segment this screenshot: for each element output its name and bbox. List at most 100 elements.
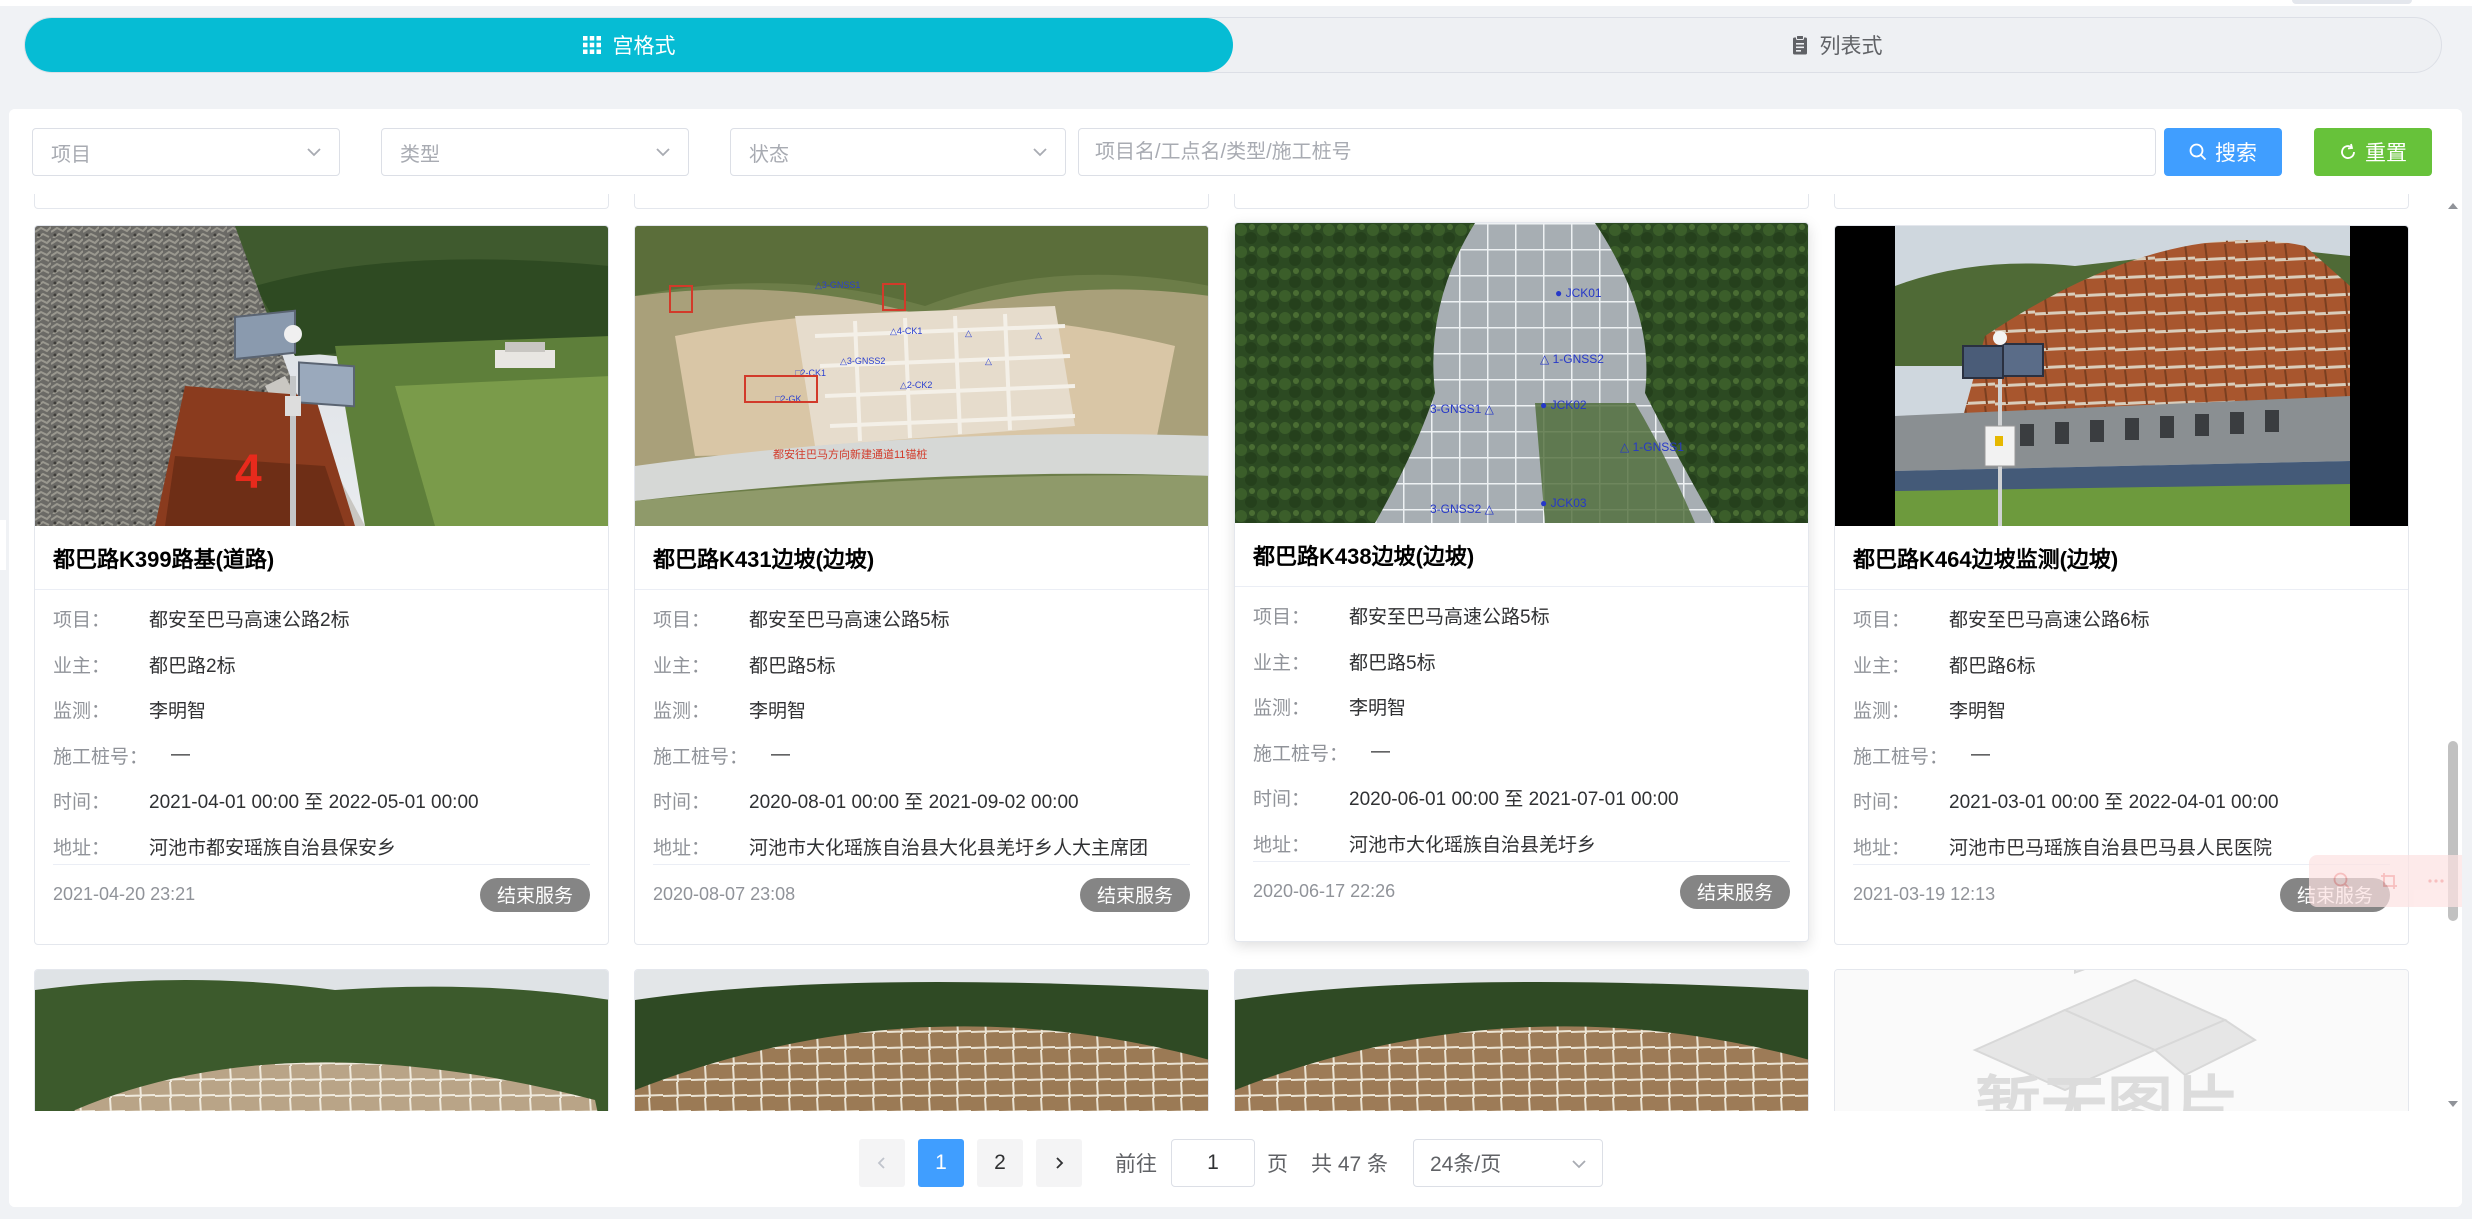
keyword-search-input[interactable]: [1078, 128, 2156, 176]
stake-label: 施工桩号：: [53, 746, 149, 768]
project-select[interactable]: 项目: [32, 128, 340, 176]
card-footer: 2020-06-17 22:26 结束服务: [1253, 861, 1790, 921]
site-card[interactable]: ● JCK01 △ 1-GNSS2 ● JCK02 3-GNSS1 △ △ 1-…: [1234, 222, 1809, 942]
type-select[interactable]: 类型: [381, 128, 689, 176]
reset-button[interactable]: 重置: [2314, 128, 2432, 176]
site-card[interactable]: [34, 969, 609, 1111]
site-info: 项目： 都安至巴马高速公路5标 业主： 都巴路5标 监测： 李明智 施工桩号： — 时间…: [1235, 587, 1808, 866]
search-button[interactable]: 搜索: [2164, 128, 2282, 176]
owner-label: 业主：: [1253, 652, 1311, 674]
site-info: 项目： 都安至巴马高速公路2标 业主： 都巴路2标 监测： 李明智 施工桩号： — 时间…: [35, 590, 608, 869]
left-edge-handle: [0, 520, 6, 570]
time-value: 2020-06-01 00:00 至 2021-07-01 00:00: [1349, 789, 1679, 811]
project-label: 项目：: [653, 610, 711, 632]
stake-row: 施工桩号： —: [1853, 733, 2390, 779]
status-badge[interactable]: 结束服务: [1679, 874, 1790, 909]
status-badge[interactable]: 结束服务: [479, 877, 590, 912]
site-card[interactable]: 4 都巴路K399路基(道路) 项目： 都安至巴马高速公路2标 业主： 都巴路2标 …: [34, 225, 609, 945]
card-footer: 2021-04-20 23:21 结束服务: [53, 864, 590, 924]
address-label: 地址：: [1253, 834, 1311, 856]
goto-suffix: 页: [1267, 1153, 1288, 1176]
address-label: 地址：: [53, 837, 111, 859]
created-date: 2021-04-20 23:21: [53, 884, 196, 904]
page-2-button[interactable]: 2: [977, 1139, 1023, 1187]
grid-view-button[interactable]: 宫格式: [25, 18, 1233, 72]
grid-view-label: 宫格式: [612, 35, 676, 58]
chevron-down-icon: [1033, 148, 1047, 157]
owner-label: 业主：: [53, 655, 111, 677]
time-row: 时间： 2020-08-01 00:00 至 2021-09-02 00:00: [653, 778, 1190, 824]
time-row: 时间： 2020-06-01 00:00 至 2021-07-01 00:00: [1253, 775, 1790, 821]
monitor-row: 监测： 李明智: [653, 687, 1190, 733]
time-value: 2021-04-01 00:00 至 2022-05-01 00:00: [149, 792, 479, 814]
site-card[interactable]: 都巴路K464边坡监测(边坡) 项目： 都安至巴马高速公路6标 业主： 都巴路6标 …: [1834, 225, 2409, 945]
next-page-button[interactable]: [1036, 1139, 1082, 1187]
svg-text:△: △: [1035, 330, 1042, 340]
site-card[interactable]: 暂无图片: [1834, 969, 2409, 1111]
created-date: 2020-06-17 22:26: [1253, 881, 1396, 901]
scroll-up-icon[interactable]: [2447, 199, 2459, 213]
site-title: 都巴路K464边坡监测(边坡): [1835, 526, 2408, 590]
owner-value: 都巴路5标: [749, 655, 836, 677]
stake-value: —: [171, 744, 190, 766]
page-size-select[interactable]: 24条/页: [1413, 1139, 1603, 1187]
list-view-label: 列表式: [1819, 35, 1883, 58]
site-card[interactable]: [634, 969, 1209, 1111]
list-view-button[interactable]: 列表式: [1233, 18, 2441, 72]
svg-text:△ 1-GNSS2: △ 1-GNSS2: [1540, 352, 1604, 366]
project-value: 都安至巴马高速公路5标: [1349, 607, 1550, 629]
project-value: 都安至巴马高速公路2标: [149, 610, 350, 632]
monitor-value: 李明智: [149, 701, 207, 723]
prev-page-button[interactable]: [859, 1139, 905, 1187]
owner-label: 业主：: [653, 655, 711, 677]
site-title: 都巴路K399路基(道路): [35, 526, 608, 590]
card-scrollbar[interactable]: [2447, 199, 2459, 1111]
filter-bar: 项目 类型 状态 搜索 重置: [9, 109, 2462, 194]
site-photo: △3-GNSS1 △4-CK1 △ △3-GNSS2 △2-CK2 □2-GK □2-CK…: [635, 226, 1208, 526]
project-row: 项目： 都安至巴马高速公路6标: [1853, 596, 2390, 642]
site-card[interactable]: △3-GNSS1 △4-CK1 △ △3-GNSS2 △2-CK2 □2-GK □2-CK…: [634, 225, 1209, 945]
scroll-down-icon[interactable]: [2447, 1097, 2459, 1111]
site-card[interactable]: [1234, 969, 1809, 1111]
page-1-button[interactable]: 1: [918, 1139, 964, 1187]
svg-text:● JCK01: ● JCK01: [1555, 286, 1602, 300]
site-photo: [1235, 970, 1808, 1111]
stake-value: —: [771, 744, 790, 766]
crop-icon[interactable]: [2379, 871, 2399, 891]
monitor-label: 监测：: [1853, 701, 1911, 723]
top-strip: [0, 0, 2472, 6]
project-row: 项目： 都安至巴马高速公路5标: [653, 596, 1190, 642]
goto-page-input[interactable]: [1171, 1139, 1255, 1187]
previous-row-card: [634, 194, 1209, 209]
search-icon[interactable]: [2332, 871, 2352, 891]
svg-text:3-GNSS1 △: 3-GNSS1 △: [1430, 402, 1495, 416]
chevron-down-icon: [656, 148, 670, 157]
status-badge[interactable]: 结束服务: [1079, 877, 1190, 912]
monitor-label: 监测：: [1253, 698, 1311, 720]
more-icon[interactable]: [2426, 871, 2446, 891]
project-value: 都安至巴马高速公路6标: [1949, 610, 2150, 632]
monitor-value: 李明智: [749, 701, 807, 723]
previous-row-card: [1234, 194, 1809, 209]
time-label: 时间：: [53, 792, 111, 814]
svg-text:△: △: [985, 356, 992, 366]
site-photo: [635, 970, 1208, 1111]
address-row: 地址： 河池市大化瑶族自治县羌圩乡: [1253, 821, 1790, 867]
owner-row: 业主： 都巴路2标: [53, 642, 590, 688]
address-label: 地址：: [1853, 837, 1911, 859]
grid-icon: [582, 36, 601, 54]
stake-value: —: [1371, 741, 1390, 763]
site-info: 项目： 都安至巴马高速公路6标 业主： 都巴路6标 监测： 李明智 施工桩号： — 时间…: [1835, 590, 2408, 869]
status-select[interactable]: 状态: [730, 128, 1066, 176]
page-size-value: 24条/页: [1430, 1153, 1502, 1176]
stake-row: 施工桩号： —: [653, 733, 1190, 779]
floating-toolbar[interactable]: [2309, 855, 2462, 907]
svg-text:△4-CK1: △4-CK1: [890, 326, 922, 336]
time-row: 时间： 2021-03-01 00:00 至 2022-04-01 00:00: [1853, 778, 2390, 824]
monitor-value: 李明智: [1349, 698, 1407, 720]
site-info: 项目： 都安至巴马高速公路5标 业主： 都巴路5标 监测： 李明智 施工桩号： — 时间…: [635, 590, 1208, 869]
owner-row: 业主： 都巴路5标: [1253, 639, 1790, 685]
svg-text:△3-GNSS2: △3-GNSS2: [840, 356, 885, 366]
site-photo: ● JCK01 △ 1-GNSS2 ● JCK02 3-GNSS1 △ △ 1-…: [1235, 223, 1808, 523]
monitor-label: 监测：: [653, 701, 711, 723]
